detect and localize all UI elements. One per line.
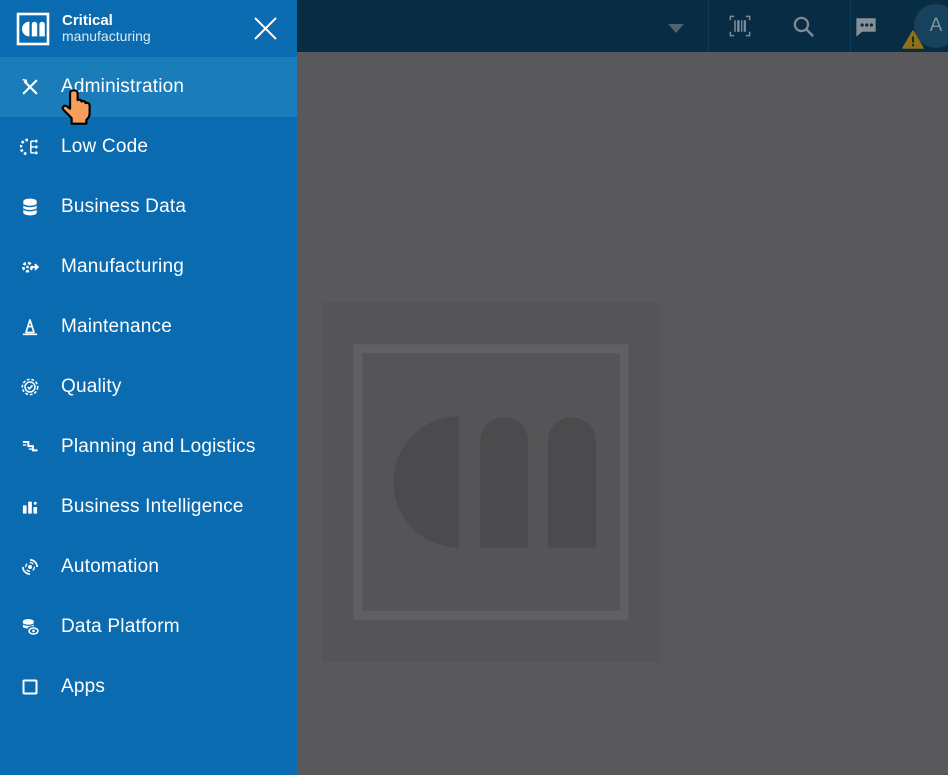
automation-icon [19,557,40,578]
search-icon[interactable] [791,14,816,39]
steps-icon [19,437,40,458]
sidebar-item-label: Administration [61,76,185,97]
sidebar-item-label: Planning and Logistics [61,436,256,457]
sidebar-item-administration[interactable]: Administration [0,57,297,117]
sidebar-item-data-platform[interactable]: Data Platform [0,597,297,657]
barcode-scan-icon[interactable] [727,13,754,40]
brand: Critical manufacturing [62,13,151,43]
sidebar-item-label: Apps [61,676,106,697]
brand-subtitle: manufacturing [62,28,151,45]
sidebar-item-manufacturing[interactable]: Manufacturing [0,237,297,297]
sidebar-item-quality[interactable]: Quality [0,357,297,417]
database-icon [19,197,40,218]
sidebar-item-label: Business Intelligence [61,496,244,517]
cmf-logo-icon [16,12,50,45]
sidebar-item-label: Automation [61,556,160,577]
traffic-cone-icon [19,317,40,338]
bar-chart-icon [19,497,40,518]
sidebar-item-label: Maintenance [61,316,172,337]
cmf-logo-watermark [353,344,629,620]
sidebar-item-automation[interactable]: Automation [0,537,297,597]
sidebar-item-planning-and-logistics[interactable]: Planning and Logistics [0,417,297,477]
sidebar-item-label: Data Platform [61,616,180,637]
content-overlay [297,52,948,775]
gear-arrow-icon [19,257,40,278]
low-code-icon [19,137,40,158]
sidebar-menu: Administration Low Code Business Data Ma… [0,57,297,717]
sidebar-item-label: Low Code [61,136,149,157]
sidebar-item-business-data[interactable]: Business Data [0,177,297,237]
watermark-card [322,302,660,662]
topbar: A [297,0,948,52]
warning-icon [902,30,924,49]
sidebar-item-label: Quality [61,376,122,397]
sidebar-header: Critical manufacturing [0,0,297,57]
apps-icon [19,677,40,698]
sidebar-item-label: Business Data [61,196,187,217]
sidebar-item-maintenance[interactable]: Maintenance [0,297,297,357]
sidebar-item-label: Manufacturing [61,256,185,277]
data-eye-icon [19,617,40,638]
tools-icon [19,77,40,98]
avatar-letter: A [929,15,943,36]
topbar-divider [708,0,709,52]
close-icon[interactable] [251,15,279,43]
sidebar-item-business-intelligence[interactable]: Business Intelligence [0,477,297,537]
brand-title: Critical [62,12,113,30]
sidebar-item-low-code[interactable]: Low Code [0,117,297,177]
chat-icon[interactable] [853,13,880,40]
sidebar-item-apps[interactable]: Apps [0,657,297,717]
quality-seal-icon [19,377,40,398]
caret-down-icon[interactable] [668,24,684,33]
topbar-divider [850,0,851,52]
sidebar: Critical manufacturing Administration Lo… [0,0,297,775]
